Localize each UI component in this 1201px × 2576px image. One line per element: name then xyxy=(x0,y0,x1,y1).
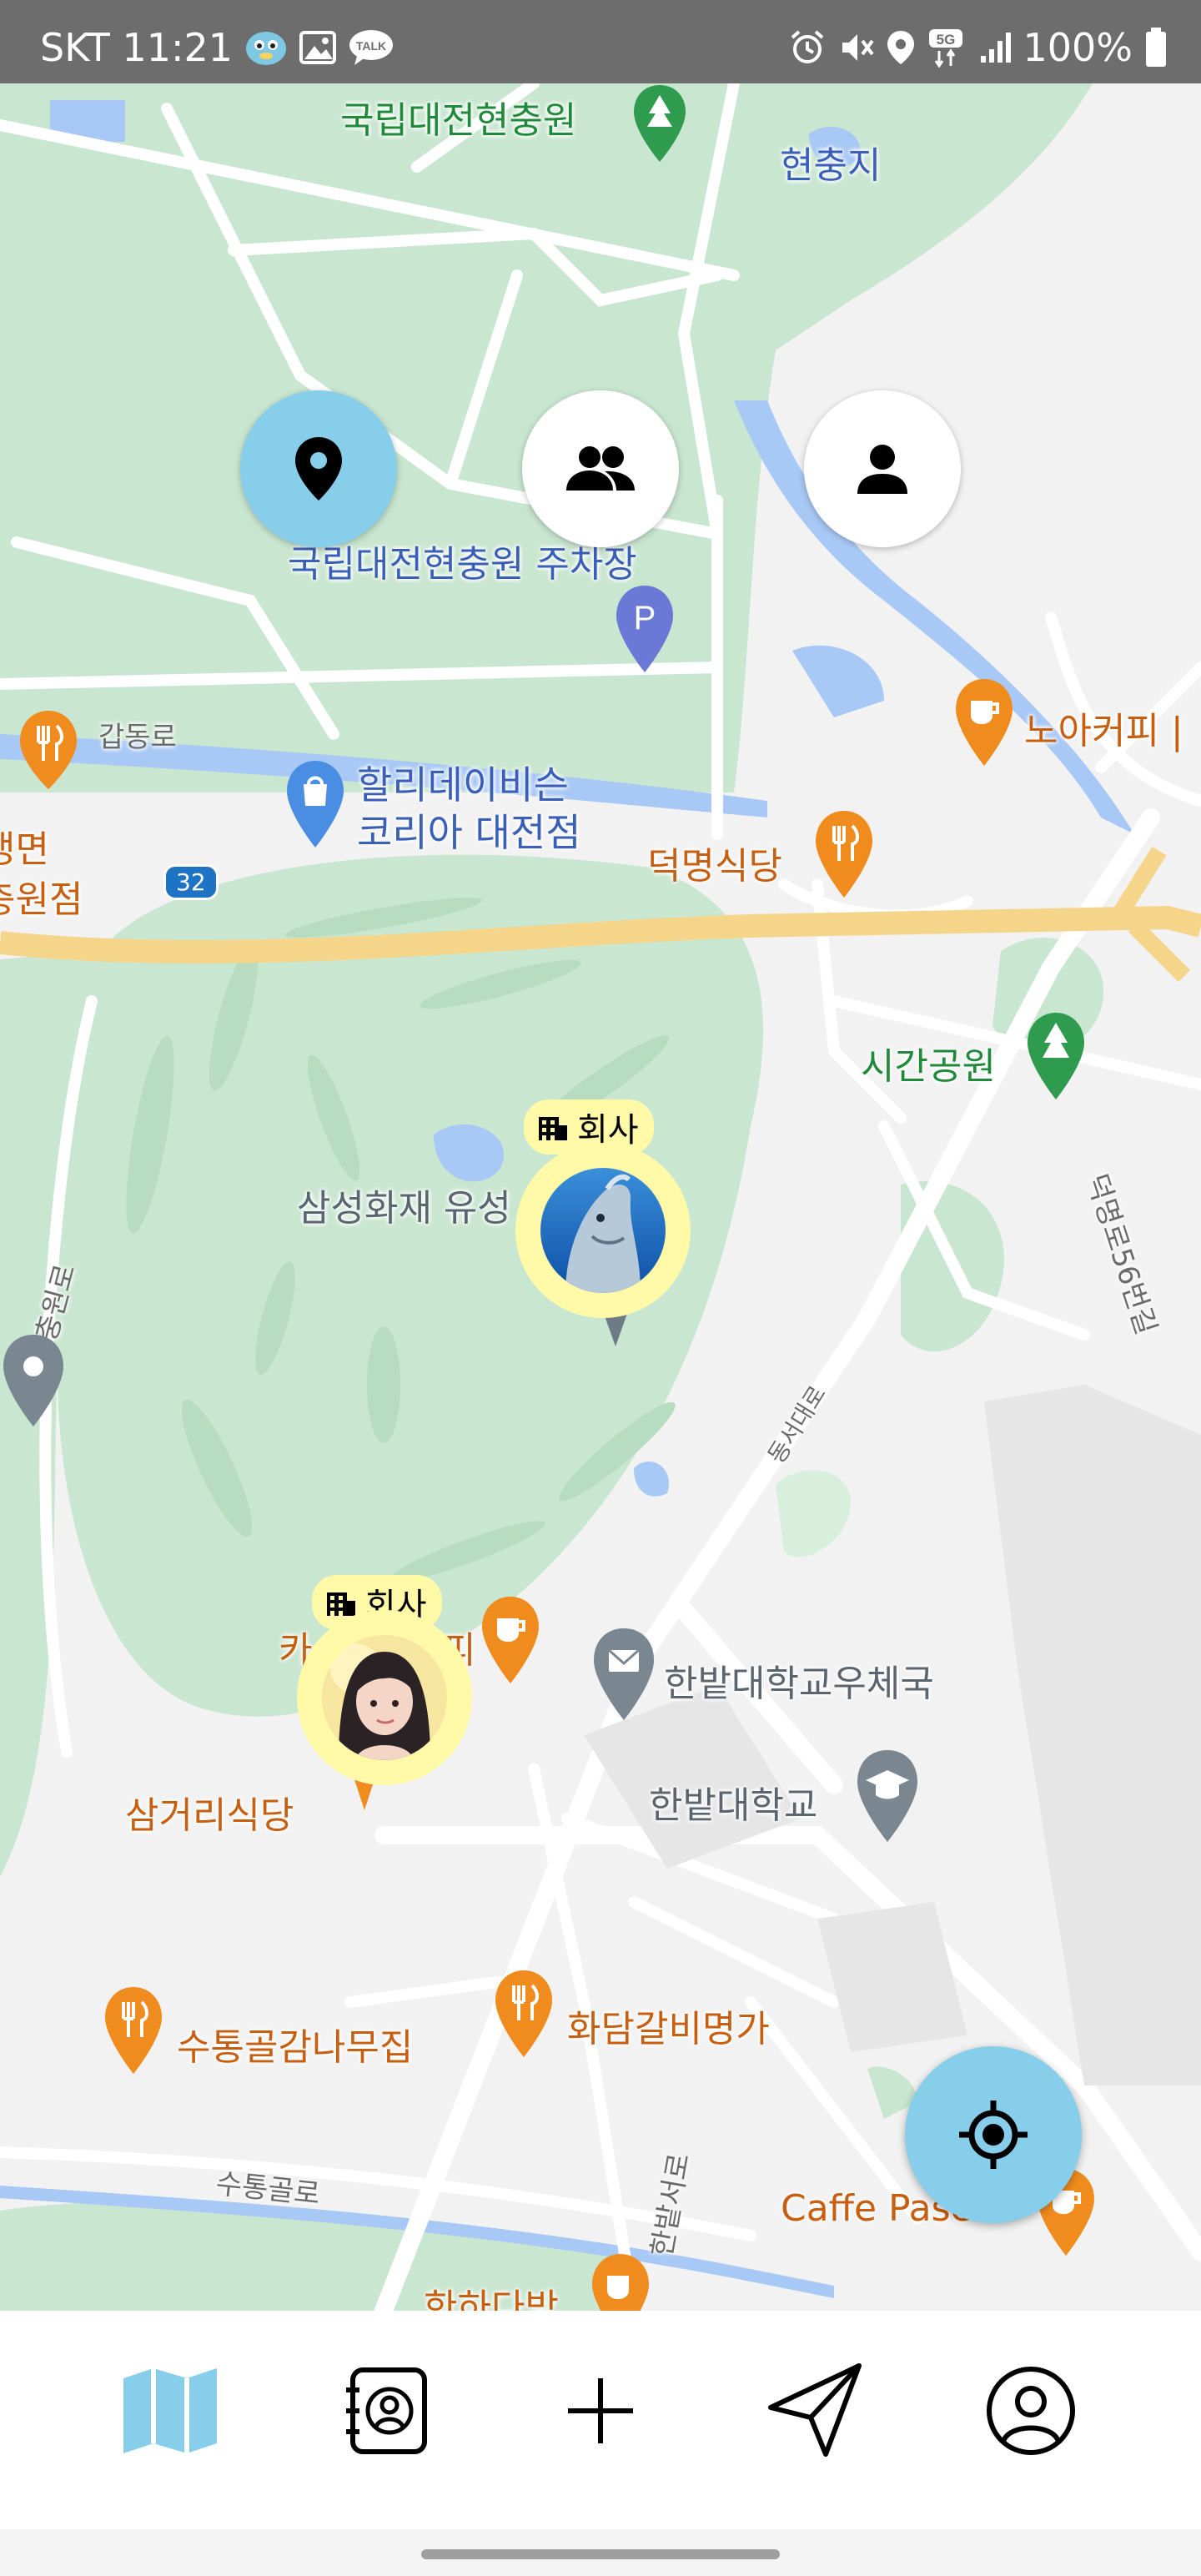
restaurant-pin-icon[interactable] xyxy=(492,1969,555,2064)
building-icon xyxy=(327,1592,355,1616)
send-icon xyxy=(768,2363,862,2457)
friend-marker[interactable]: 회사 xyxy=(297,1575,497,1825)
5g-label: 5G xyxy=(937,32,956,48)
gesture-handle[interactable] xyxy=(421,2549,780,2559)
friend-avatar-ring xyxy=(297,1610,472,1785)
label-hanha-dabang[interactable]: 한하다방 xyxy=(424,2277,559,2311)
label-samgeori[interactable]: 삼거리식당 xyxy=(125,1785,294,1839)
talk-badge-text: TALK xyxy=(356,39,386,53)
label-samsung[interactable]: 삼성화재 유성 xyxy=(297,1178,511,1231)
location-icon xyxy=(886,29,916,66)
alarm-icon xyxy=(789,29,826,66)
kids-app-icon xyxy=(244,28,288,67)
nav-add-button[interactable] xyxy=(542,2352,659,2469)
label-sutong-restaurant[interactable]: 수통골감나무집 xyxy=(177,2017,413,2070)
friend-avatar-ring xyxy=(515,1143,691,1318)
group-icon xyxy=(566,446,635,491)
label-noa-coffee[interactable]: 노아커피 | xyxy=(1024,701,1183,754)
dolphin-avatar xyxy=(540,1168,666,1293)
signal-icon xyxy=(979,31,1013,64)
nav-profile-button[interactable] xyxy=(972,2352,1089,2469)
gallery-icon xyxy=(299,31,337,64)
post-office-pin-icon[interactable] xyxy=(590,1627,657,1727)
university-pin-icon[interactable] xyxy=(854,1748,921,1849)
girl-photo-avatar xyxy=(322,1635,447,1760)
label-post-office[interactable]: 한밭대학교우체국 xyxy=(664,1653,934,1707)
restaurant-pin-icon[interactable] xyxy=(102,1985,165,2080)
route-32-badge: 32 xyxy=(163,864,219,900)
location-pin-icon[interactable] xyxy=(0,1333,67,1433)
label-holiday-2[interactable]: 코리아 대전점 xyxy=(357,802,581,858)
nav-send-button[interactable] xyxy=(757,2352,874,2469)
carrier-time: SKT 11:21 xyxy=(40,25,234,70)
status-left: SKT 11:21 TALK xyxy=(40,25,394,70)
label-hanbat-univ[interactable]: 한밭대학교 xyxy=(649,1775,817,1829)
5g-icon: 5G xyxy=(927,28,967,68)
park-pin-icon[interactable] xyxy=(631,83,689,167)
label-deokmyeong[interactable]: 덕명식당 xyxy=(647,836,782,889)
label-naengmyeon-1[interactable]: 냉면 xyxy=(0,819,49,873)
my-location-button[interactable] xyxy=(905,2046,1082,2223)
status-bar: SKT 11:21 TALK 5G 100% xyxy=(0,0,1201,83)
person-icon xyxy=(857,445,907,494)
friend-marker[interactable]: 회사 xyxy=(515,1099,716,1350)
label-hwadam[interactable]: 화담갈비명가 xyxy=(567,1999,770,2052)
park-pin-icon[interactable] xyxy=(1024,1011,1088,1106)
crosshair-icon xyxy=(959,2101,1028,2169)
parking-pin-icon[interactable]: P xyxy=(613,584,676,679)
nav-contacts-button[interactable] xyxy=(327,2352,444,2469)
battery-icon xyxy=(1144,28,1168,68)
svg-text:P: P xyxy=(634,600,656,636)
nav-map-button[interactable] xyxy=(112,2352,229,2469)
plus-icon xyxy=(568,2378,633,2443)
talk-icon: TALK xyxy=(348,28,394,67)
restaurant-pin-icon[interactable] xyxy=(812,809,876,904)
building-icon xyxy=(539,1117,567,1140)
status-right: 5G 100% xyxy=(777,25,1168,70)
profile-icon xyxy=(987,2367,1075,2455)
label-cemetery[interactable]: 국립대전현충원 xyxy=(340,90,576,143)
place-mode-button[interactable] xyxy=(240,390,397,547)
map-icon xyxy=(123,2368,217,2453)
cafe-pin-icon[interactable] xyxy=(589,2252,652,2311)
label-gapdong-ro: 갑동로 xyxy=(98,721,177,754)
label-sigan-park[interactable]: 시간공원 xyxy=(861,1036,996,1089)
label-naengmyeon-2[interactable]: 충원점 xyxy=(0,869,83,923)
shopping-pin-icon[interactable] xyxy=(284,759,347,854)
person-mode-button[interactable] xyxy=(804,390,961,547)
bottom-navigation xyxy=(0,2311,1201,2529)
group-mode-button[interactable] xyxy=(522,390,679,547)
map-view[interactable]: 국립대전현충원 현충지 국립대전현충원 주차장 P 갑동로 할리데이비슨 코리아… xyxy=(0,83,1201,2311)
battery-text: 100% xyxy=(1023,25,1133,70)
place-icon xyxy=(295,437,342,501)
contacts-icon xyxy=(346,2367,427,2454)
cafe-pin-icon[interactable] xyxy=(952,677,1016,772)
vibrate-off-icon xyxy=(837,29,875,66)
restaurant-pin-icon[interactable] xyxy=(17,709,80,796)
label-hyunchungji[interactable]: 현충지 xyxy=(780,135,881,189)
